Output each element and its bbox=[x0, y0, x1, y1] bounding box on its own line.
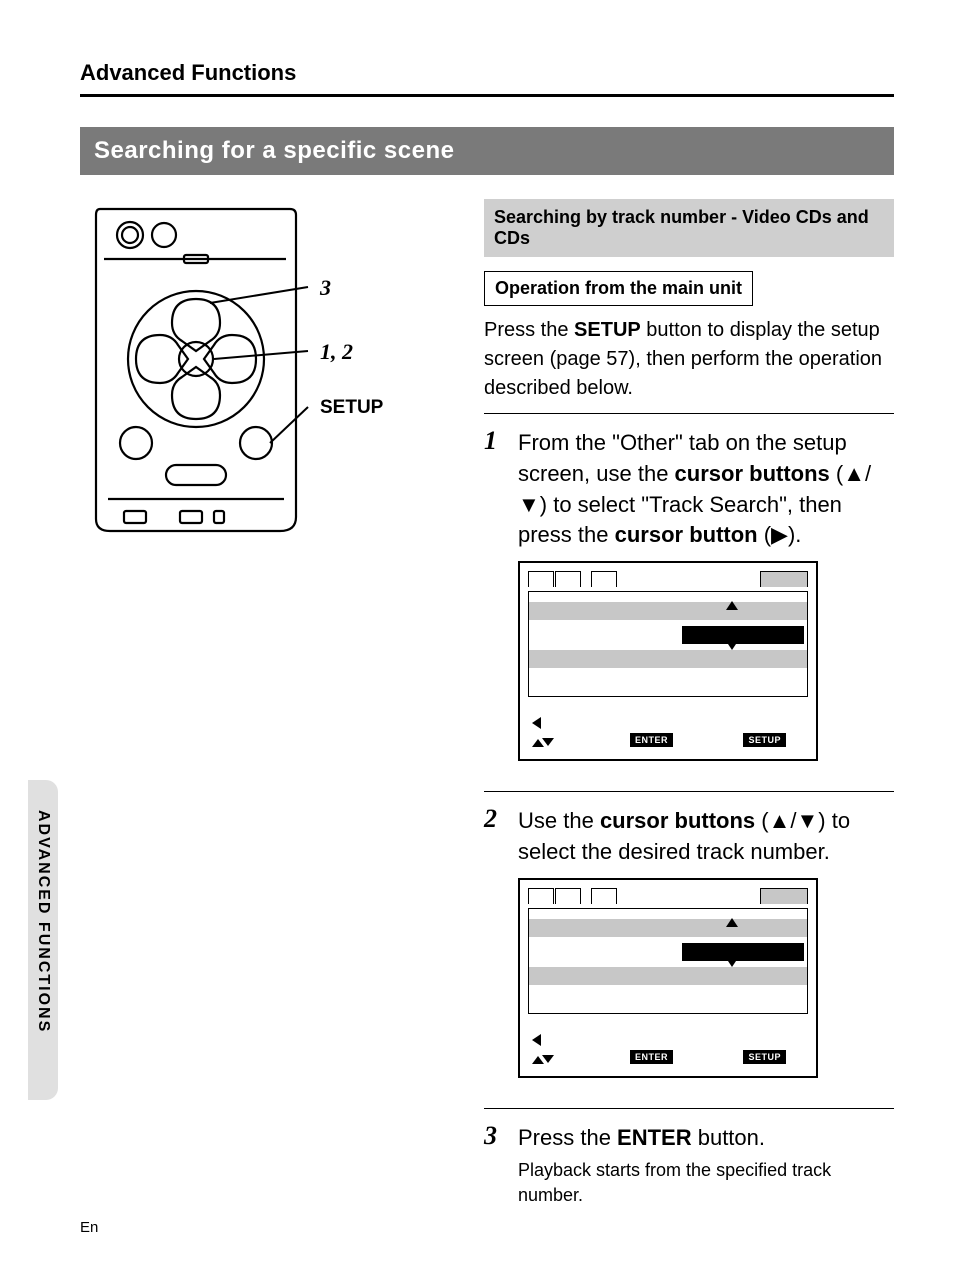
step-3-group: 3 Press the ENTER button. Playback start… bbox=[484, 1123, 894, 1230]
title-bar: Searching for a specific scene bbox=[80, 127, 894, 175]
section-header: Advanced Functions bbox=[80, 60, 894, 97]
step-2-group: 2 Use the cursor buttons (▲/▼) to select… bbox=[484, 806, 894, 1109]
chip-setup: SETUP bbox=[743, 733, 786, 747]
intro-setup-word: SETUP bbox=[574, 319, 641, 341]
intro-part-a: Press the bbox=[484, 319, 574, 341]
callout-1-2: 1, 2 bbox=[320, 339, 353, 365]
footer-language: En bbox=[80, 1219, 98, 1236]
step-3-subtext: Playback starts from the specified track… bbox=[518, 1158, 894, 1208]
callout-setup: SETUP bbox=[320, 397, 383, 419]
chip-enter-2: ENTER bbox=[630, 1050, 673, 1064]
step-3-number: 3 bbox=[484, 1123, 508, 1208]
step-2-number: 2 bbox=[484, 806, 508, 868]
chip-setup-2: SETUP bbox=[743, 1050, 786, 1064]
step-3-text: Press the ENTER button. bbox=[518, 1123, 894, 1154]
step-1-group: 1 From the "Other" tab on the setup scre… bbox=[484, 428, 894, 792]
subheading-1: Searching by track number - Video CDs an… bbox=[484, 199, 894, 257]
step-2-text: Use the cursor buttons (▲/▼) to select t… bbox=[518, 806, 894, 868]
step-1-number: 1 bbox=[484, 428, 508, 551]
side-tab-label: ADVANCED FUNCTIONS bbox=[34, 810, 52, 1033]
remote-illustration bbox=[80, 199, 320, 539]
chip-enter: ENTER bbox=[630, 733, 673, 747]
subheading-2: Operation from the main unit bbox=[484, 271, 753, 306]
setup-screen-diagram-1: ENTER SETUP bbox=[518, 561, 818, 761]
setup-screen-diagram-2: ENTER SETUP bbox=[518, 878, 818, 1078]
step-1-text: From the "Other" tab on the setup screen… bbox=[518, 428, 894, 551]
callout-3: 3 bbox=[320, 275, 331, 301]
instructions-column: Searching by track number - Video CDs an… bbox=[484, 199, 894, 1244]
intro-text: Press the SETUP button to display the se… bbox=[484, 316, 894, 414]
remote-diagram-column: 3 1, 2 SETUP bbox=[80, 199, 460, 1244]
